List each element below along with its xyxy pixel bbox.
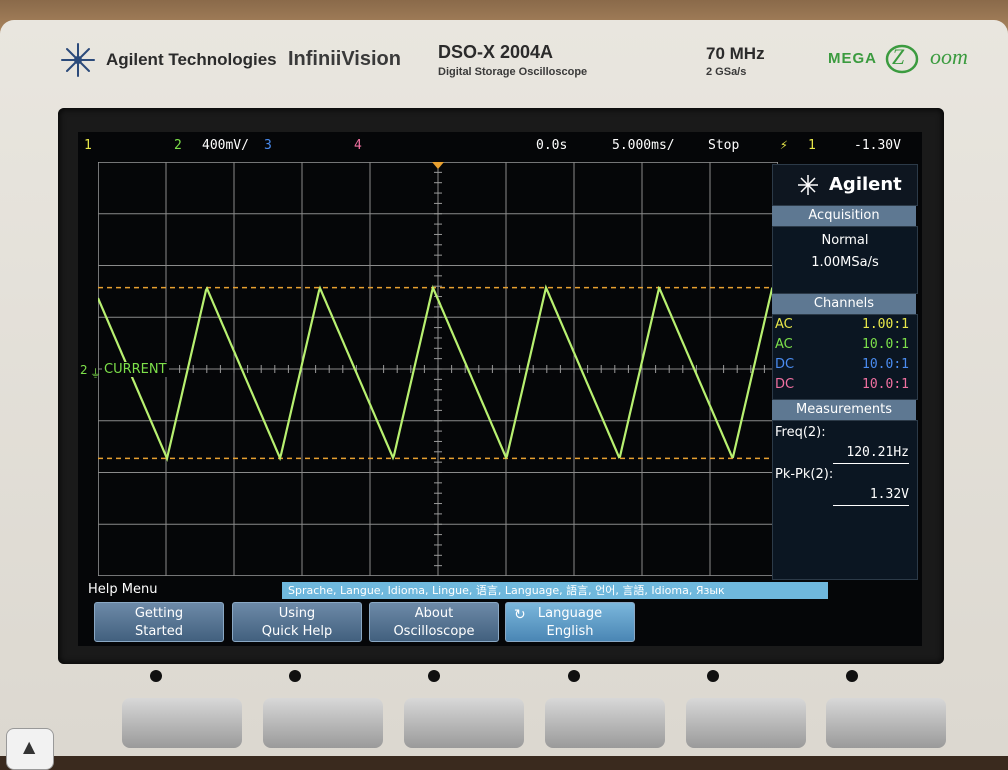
ground-icon: ⏚ [90,367,101,380]
side-panel: Agilent Acquisition Normal 1.00MSa/s Cha… [772,164,918,580]
ch4-coupling: DC [775,377,795,392]
hw-indicator-dot [707,670,719,682]
channel-1-indicator[interactable]: 1 [84,138,92,153]
pkpk-value: 1.32V [869,487,909,502]
freq-value: 120.21Hz [846,445,909,460]
hw-indicator-dot [568,670,580,682]
ch3-coupling: DC [775,357,795,372]
hw-indicator-dot [150,670,162,682]
channel-4-indicator[interactable]: 4 [354,138,362,153]
hw-softkey-5[interactable] [686,698,806,748]
softkey-label: Started [134,624,183,639]
horizontal-delay: 0.0s [536,138,568,153]
brand-sample-rate: 2 GSa/s [706,66,747,78]
channel-2-scale: 400mV/ [202,138,249,153]
timebase-scale: 5.000ms/ [612,138,675,153]
measurements-header[interactable]: Measurements [772,400,916,420]
softkey-label: Using [278,606,316,621]
trigger-level: -1.30V [854,138,901,153]
channel-2-ground-marker[interactable]: 2 [80,363,88,377]
acquisition-box: Normal 1.00MSa/s [772,226,918,294]
hw-indicator-dot [289,670,301,682]
agilent-spark-icon [61,43,95,77]
channels-header[interactable]: Channels [772,294,916,314]
graticule[interactable] [98,162,778,576]
help-menu-bar: Help Menu Sprache, Langue, Idioma, Lingu… [78,580,922,600]
softkey-label: Oscilloscope [393,624,475,639]
acquisition-header[interactable]: Acquisition [772,206,916,226]
brand-mega: MEGA [828,50,877,67]
softkey-label: English [546,624,594,639]
brand-description: Digital Storage Oscilloscope [438,66,588,78]
softkey-row: Getting Started Using Quick Help About O… [78,600,922,644]
channel-2-label[interactable]: CURRENT [102,362,169,377]
softkey-using-quick-help[interactable]: Using Quick Help [232,602,362,642]
panel-logo: Agilent [772,164,918,206]
brand-model: DSO-X 2004A [438,42,554,62]
pkpk-divider [833,505,909,506]
ch4-probe-ratio: 10.0:1 [862,377,909,392]
ch3-probe-ratio: 10.0:1 [862,357,909,372]
ch1-coupling: AC [775,317,793,332]
ch2-coupling: AC [775,337,793,352]
brand-company: Agilent Technologies [106,50,277,69]
rotate-knob-icon: ↻ [514,607,526,623]
hw-softkey-6[interactable] [826,698,946,748]
ch1-probe-ratio: 1.00:1 [862,317,909,332]
help-menu-title: Help Menu [88,582,158,597]
status-bar: 1 2 400mV/ 3 4 0.0s 5.000ms/ Stop ⚡ 1 -1… [78,132,922,160]
hw-softkey-2[interactable] [263,698,383,748]
channel-3-indicator[interactable]: 3 [264,138,272,153]
softkey-about-oscilloscope[interactable]: About Oscilloscope [369,602,499,642]
hw-softkey-4[interactable] [545,698,665,748]
softkey-language[interactable]: ↻ Language English [505,602,635,642]
acquisition-mode: Normal [821,233,869,248]
freq-label: Freq(2): [775,425,826,440]
freq-divider [833,463,909,464]
channel-2-indicator[interactable]: 2 [174,138,182,153]
ch2-probe-ratio: 10.0:1 [862,337,909,352]
softkey-getting-started[interactable]: Getting Started [94,602,224,642]
brand-zoom-rest: oom [930,44,968,69]
brand-series: InfiniiVision [288,48,401,70]
panel-logo-text: Agilent [829,174,902,195]
pkpk-label: Pk-Pk(2): [775,467,834,482]
run-state: Stop [708,138,740,153]
softkey-label: Quick Help [261,624,333,639]
brand-bandwidth: 70 MHz [706,44,765,63]
agilent-spark-icon-small [798,175,818,195]
trigger-source: 1 [808,138,816,153]
softkey-label: Getting [134,606,184,621]
trigger-edge-icon: ⚡ [780,138,788,153]
brand-bar: Agilent Technologies InfiniiVision DSO-X… [46,28,976,94]
hw-softkey-1[interactable] [122,698,242,748]
brand-zoom-z: Z [892,44,905,69]
measurements-box: Freq(2): 120.21Hz Pk-Pk(2): 1.32V [772,420,918,580]
hw-softkey-3[interactable] [404,698,524,748]
back-button[interactable]: ▲ [6,728,54,770]
language-list-strip: Sprache, Langue, Idioma, Lingue, 语言, Lan… [282,582,828,599]
hw-indicator-dot [846,670,858,682]
channels-box: AC 1.00:1 AC 10.0:1 DC 10.0:1 DC 10.0:1 [772,314,918,400]
acquisition-rate: 1.00MSa/s [811,255,879,270]
softkey-label: About [414,606,454,621]
back-arrow-icon: ▲ [23,737,36,756]
oscilloscope-screen: 1 2 400mV/ 3 4 0.0s 5.000ms/ Stop ⚡ 1 -1… [78,132,922,646]
hw-indicator-dot [428,670,440,682]
